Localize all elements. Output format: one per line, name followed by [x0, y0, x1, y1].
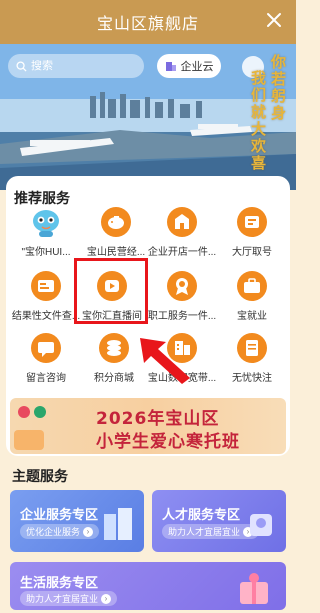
service-item-quick-register[interactable]: 无忧快注: [216, 332, 288, 394]
promo-banner[interactable]: 2026年宝山区 小学生爱心寒托班: [10, 398, 286, 454]
enterprise-cloud-label: 企业云: [180, 61, 214, 73]
window-title: 宝山区旗舰店: [96, 16, 199, 33]
document-icon: [237, 333, 267, 363]
theme-card-title: 人才服务专区: [162, 507, 241, 522]
enterprise-cloud-button[interactable]: 企业云: [157, 54, 221, 78]
message-icon: [31, 333, 61, 363]
service-item-hall-ticket[interactable]: 大厅取号: [216, 206, 288, 268]
service-item-message-consult[interactable]: 留言咨询: [10, 332, 82, 394]
service-label: "宝你HUI...: [21, 247, 71, 258]
theme-services-title: 主题服务: [12, 468, 68, 484]
theme-card-enterprise[interactable]: 企业服务专区 优化企业服务 ›: [10, 490, 144, 552]
buildings-illustration-icon: [104, 508, 132, 540]
promo-title-line: 小学生爱心寒托班: [96, 432, 240, 452]
close-icon[interactable]: [264, 10, 284, 30]
arrow-icon: [140, 338, 190, 384]
building-icon: [165, 62, 176, 71]
mascot-icon: [33, 210, 59, 237]
badge-illustration-icon: [250, 514, 272, 536]
service-label: 大厅取号: [232, 247, 272, 258]
service-label: 职工服务一件...: [147, 311, 217, 322]
highlight-box: [74, 258, 148, 324]
theme-card-subtitle: 优化企业服务 ›: [20, 524, 100, 539]
coins-icon: [99, 333, 129, 363]
theme-card-title: 生活服务专区: [20, 575, 99, 590]
promo-year-line: 2026年宝山区: [96, 409, 220, 429]
hero-banner: 企业云 你若躬身 我们就大欢喜: [0, 44, 296, 190]
service-item-worker-services[interactable]: 职工服务一件...: [146, 270, 218, 332]
slogan-line-1: 你若躬身: [269, 54, 287, 122]
promo-logo-icon: [14, 406, 46, 450]
service-item-open-shop[interactable]: 企业开店一件...: [146, 206, 218, 268]
service-label: 留言咨询: [26, 373, 66, 384]
recommend-title: 推荐服务: [14, 190, 70, 206]
theme-card-subtitle: 助力人才宜居宜业 ›: [20, 591, 118, 606]
ticket-icon: [237, 207, 267, 237]
medal-icon: [167, 271, 197, 301]
service-label: 企业开店一件...: [147, 247, 217, 258]
arrow-right-icon: ›: [101, 593, 112, 604]
service-item-baoni-hui[interactable]: "宝你HUI...: [10, 206, 82, 268]
theme-card-life[interactable]: 生活服务专区 助力人才宜居宜业 ›: [10, 562, 286, 610]
id-card-icon: [31, 271, 61, 301]
arrow-right-icon: ›: [83, 526, 94, 537]
service-label: 宝山民营经...: [86, 247, 146, 258]
gift-illustration-icon: [240, 573, 268, 604]
slogan: 你若躬身 我们就大欢喜: [240, 52, 292, 182]
service-label: 无忧快注: [232, 373, 272, 384]
service-item-employment[interactable]: 宝就业: [216, 270, 288, 332]
shop-icon: [167, 207, 197, 237]
search-input[interactable]: [31, 60, 131, 72]
search-icon: [16, 60, 27, 72]
service-label: 结果性文件查...: [11, 311, 81, 322]
title-bar: 宝山区旗舰店: [0, 0, 296, 44]
theme-card-talent[interactable]: 人才服务专区 助力人才宜居宜业 ›: [152, 490, 286, 552]
service-label: 宝就业: [237, 311, 267, 322]
briefcase-icon: [237, 271, 267, 301]
search-box[interactable]: [8, 54, 144, 78]
slogan-line-2: 我们就大欢喜: [249, 70, 267, 172]
service-item-result-documents[interactable]: 结果性文件查...: [10, 270, 82, 332]
piggy-bank-icon: [101, 207, 131, 237]
theme-card-title: 企业服务专区: [20, 507, 99, 522]
